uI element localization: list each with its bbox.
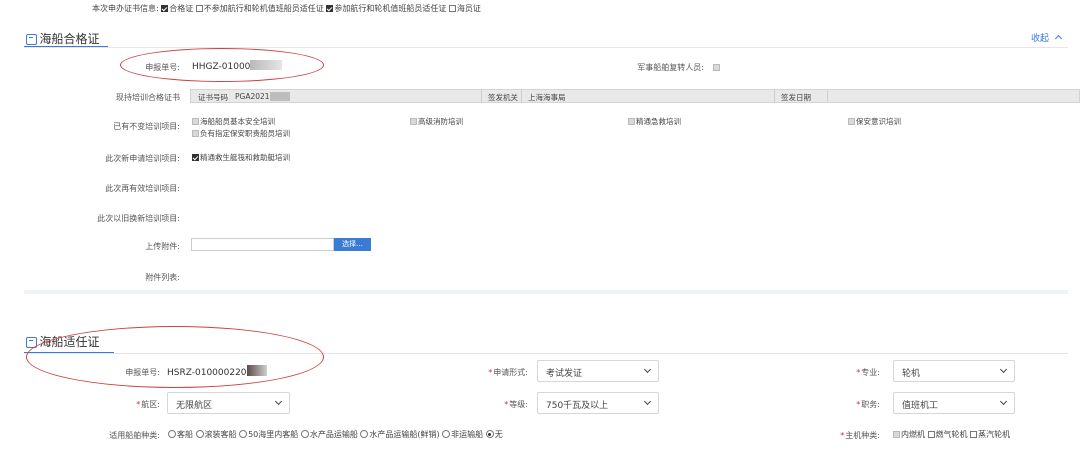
cert-no-value: PGA2021 bbox=[235, 92, 290, 101]
section-header-qualification: 海船合格证 bbox=[26, 30, 100, 47]
new-training-item[interactable]: 精通救生艇筏和救助艇培训 bbox=[192, 152, 290, 163]
cert-cell-divider bbox=[481, 90, 482, 102]
no-change-label: 已有不变培训项目: bbox=[113, 122, 180, 131]
ship-type-option[interactable]: 50海里内客船 bbox=[239, 430, 298, 439]
checkbox-disabled-icon bbox=[192, 118, 199, 125]
upload-label: 上传附件: bbox=[145, 242, 180, 251]
ship-type-option[interactable]: 客船 bbox=[168, 430, 193, 439]
engine-type-group: 内燃机 燃气轮机 蒸汽轮机 bbox=[893, 429, 1010, 440]
ship-type-option[interactable]: 滚装客船 bbox=[195, 430, 237, 439]
checkbox-checked-icon[interactable] bbox=[326, 5, 334, 12]
training-item[interactable]: 保安意识培训 bbox=[848, 116, 901, 127]
renew-label: 此次以旧换新培训项目: bbox=[97, 214, 180, 223]
upload-file-input[interactable] bbox=[191, 238, 334, 251]
checkbox-checked-icon[interactable] bbox=[192, 154, 199, 161]
section-separator bbox=[24, 290, 1068, 294]
major-label: *专业: bbox=[856, 368, 880, 377]
section-divider bbox=[24, 47, 1068, 48]
cert-cell-divider bbox=[774, 90, 775, 102]
cert-info-bar: 证书号码 PGA2021 签发机关 上海海事局 签发日期 bbox=[190, 89, 1080, 103]
apply-form-label: *申请形式: bbox=[488, 368, 528, 377]
military-label: 军事船舶复转人员: bbox=[637, 63, 704, 72]
grade-select[interactable]: 750千瓦及以上 bbox=[537, 392, 659, 414]
chevron-down-icon bbox=[274, 397, 283, 406]
current-cert-label: 现持培训合格证书 bbox=[116, 93, 180, 102]
issuer-value: 上海海事局 bbox=[528, 93, 566, 102]
checkbox-icon[interactable] bbox=[195, 5, 203, 12]
cert-cell-divider bbox=[521, 90, 522, 102]
upload-choose-button[interactable]: 选择... bbox=[334, 238, 371, 251]
chevron-down-icon bbox=[643, 397, 652, 406]
checkbox-icon[interactable] bbox=[927, 431, 935, 438]
training-item[interactable]: 高级消防培训 bbox=[410, 116, 463, 127]
cert-option-watch[interactable]: 参加航行和轮机值班船员适任证 bbox=[326, 4, 446, 13]
checkbox-disabled-icon bbox=[410, 118, 417, 125]
area-label: *航区: bbox=[136, 400, 160, 409]
training-item[interactable]: 精通急救培训 bbox=[628, 116, 681, 127]
cert-no-label: 证书号码 bbox=[198, 93, 228, 102]
ship-type-option-none[interactable]: 无 bbox=[485, 430, 503, 439]
engine-type-label: *主机种类: bbox=[840, 431, 880, 440]
checkbox-icon[interactable] bbox=[970, 431, 978, 438]
ship-type-option[interactable]: 水产品运输船 bbox=[300, 430, 358, 439]
major-select[interactable]: 轮机 bbox=[893, 360, 1015, 382]
ship-type-option[interactable]: 水产品运输船(鲜销) bbox=[360, 430, 440, 439]
cert-cell-divider bbox=[827, 90, 828, 102]
training-item[interactable]: 海船船员基本安全培训 bbox=[192, 116, 275, 127]
document-icon bbox=[26, 34, 37, 45]
radio-selected-icon[interactable] bbox=[485, 430, 494, 438]
cert-option-seaman[interactable]: 海员证 bbox=[448, 4, 481, 13]
redacted-block bbox=[246, 365, 267, 376]
ship-type-option[interactable]: 非运输船 bbox=[442, 430, 483, 439]
checkbox-checked-icon[interactable] bbox=[161, 5, 169, 12]
cert-option-qualification[interactable]: 合格证 bbox=[161, 4, 193, 13]
checkbox-disabled-icon bbox=[628, 118, 635, 125]
radio-icon[interactable] bbox=[195, 430, 204, 438]
apply-form-select[interactable]: 考试发证 bbox=[537, 360, 659, 382]
cert-type-row: 本次申办证书信息: 合格证 不参加航行和轮机值班船员适任证 参加航行和轮机值班船… bbox=[92, 3, 481, 14]
issuer-label: 签发机关 bbox=[488, 93, 518, 102]
radio-icon[interactable] bbox=[442, 430, 451, 438]
issue-date-label: 签发日期 bbox=[781, 93, 811, 102]
engine-option[interactable]: 内燃机 bbox=[893, 430, 925, 439]
duty-select[interactable]: 值班机工 bbox=[893, 392, 1015, 414]
cert-type-label: 本次申办证书信息: bbox=[92, 4, 159, 13]
checkbox-disabled-icon bbox=[848, 118, 855, 125]
ship-type-group: 客船 滚装客船 50海里内客船 水产品运输船 水产品运输船(鲜销) 非运输船 无 bbox=[168, 429, 503, 440]
radio-icon[interactable] bbox=[360, 430, 369, 438]
checkbox-icon[interactable] bbox=[893, 431, 900, 438]
apply-no-label: 申报单号: bbox=[125, 368, 160, 377]
cert-option-non-watch[interactable]: 不参加航行和轮机值班船员适任证 bbox=[195, 4, 324, 13]
radio-icon[interactable] bbox=[168, 430, 176, 438]
engine-option[interactable]: 燃气轮机 bbox=[927, 430, 968, 439]
annotation-ellipse bbox=[26, 326, 324, 388]
apply-no-value: HSRZ-010000220 bbox=[167, 365, 267, 378]
chevron-down-icon bbox=[643, 365, 652, 374]
radio-icon[interactable] bbox=[239, 430, 248, 438]
radio-icon[interactable] bbox=[300, 430, 309, 438]
attach-list-label: 附件列表: bbox=[145, 273, 180, 282]
chevron-down-icon bbox=[999, 397, 1008, 406]
chevron-down-icon bbox=[999, 365, 1008, 374]
military-checkbox[interactable] bbox=[713, 64, 720, 71]
checkbox-icon[interactable] bbox=[448, 5, 456, 12]
redacted-block bbox=[269, 92, 290, 101]
new-training-label: 此次新申请培训项目: bbox=[105, 154, 180, 163]
engine-option[interactable]: 蒸汽轮机 bbox=[970, 430, 1010, 439]
annotation-ellipse bbox=[120, 48, 324, 82]
grade-label: *等级: bbox=[504, 400, 528, 409]
chevron-up-icon bbox=[1054, 34, 1062, 43]
section-title: 海船合格证 bbox=[39, 32, 100, 46]
ship-type-label: 适用船舶种类: bbox=[109, 431, 160, 440]
collapse-button[interactable]: 收起 bbox=[1031, 31, 1062, 44]
checkbox-disabled-icon bbox=[192, 130, 199, 137]
revalid-label: 此次再有效培训项目: bbox=[105, 184, 180, 193]
training-item[interactable]: 负有指定保安职责船员培训 bbox=[192, 128, 290, 139]
duty-label: *职务: bbox=[856, 400, 880, 409]
area-select[interactable]: 无限航区 bbox=[167, 392, 290, 414]
